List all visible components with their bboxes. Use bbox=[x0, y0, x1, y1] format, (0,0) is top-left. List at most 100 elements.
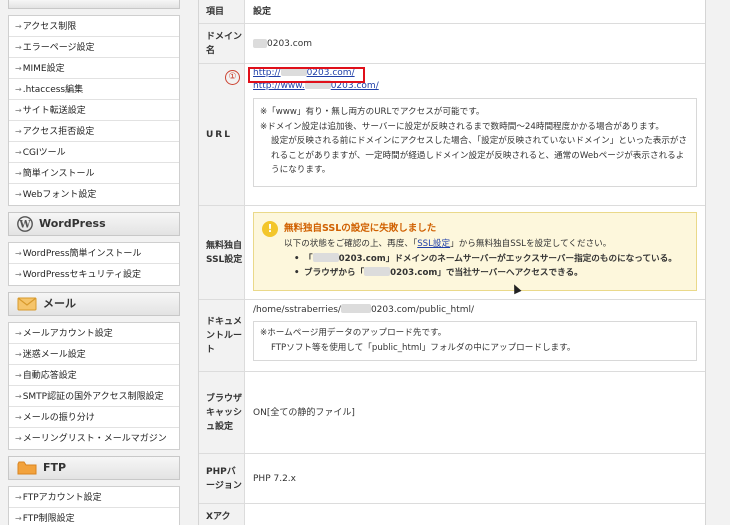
bullet-text: ブラウザから「 bbox=[304, 268, 365, 278]
url-note-box: ※「www」有り・無し両方のURLでアクセスが可能です。 ※ドメイン設定は追加後… bbox=[253, 98, 697, 187]
sidebar-item-error-page[interactable]: →エラーページ設定 bbox=[9, 37, 179, 58]
docroot-path-suffix: 0203.com/public_html/ bbox=[370, 305, 475, 315]
arrow-icon: → bbox=[15, 85, 22, 94]
sidebar-item-label: .htaccess編集 bbox=[22, 85, 84, 95]
sidebar-item-label: SMTP認証の国外アクセス制限設定 bbox=[22, 392, 164, 402]
sidebar-item-access-restriction[interactable]: →アクセス制限 bbox=[9, 16, 179, 37]
arrow-icon: → bbox=[15, 148, 22, 157]
bullet-text: 0203.com」ドメインのネームサーバーがエックスサーバー指定のものになってい… bbox=[338, 254, 677, 264]
sidebar-item-smtp-restriction[interactable]: →SMTP認証の国外アクセス制限設定 bbox=[9, 386, 179, 407]
domain-label: ドメイン名 bbox=[199, 24, 245, 63]
arrow-icon: → bbox=[15, 127, 22, 136]
docroot-note-2: FTPソフト等を使用して「public_html」フォルダの中にアップロードしま… bbox=[271, 342, 576, 353]
highlight-box bbox=[248, 67, 365, 83]
php-label: PHPバージョン bbox=[199, 454, 245, 503]
sidebar-item-auto-reply[interactable]: →自動応答設定 bbox=[9, 365, 179, 386]
redacted-text bbox=[253, 39, 267, 48]
table-row-browser-cache: ブラウザキャッシュ設定 ON[全ての静的ファイル] bbox=[199, 372, 705, 454]
bullet-text: 「 bbox=[304, 254, 313, 264]
sidebar-item-easy-install[interactable]: →簡単インストール bbox=[9, 163, 179, 184]
table-row-php-version: PHPバージョン PHP 7.2.x bbox=[199, 454, 705, 504]
sidebar-item-ftp-restriction[interactable]: →FTP制限設定 bbox=[9, 508, 179, 525]
url-label: URL bbox=[199, 64, 245, 205]
sidebar-item-label: 迷惑メール設定 bbox=[22, 350, 86, 360]
sidebar-item-label: 簡単インストール bbox=[22, 169, 95, 179]
arrow-icon: → bbox=[15, 371, 22, 380]
arrow-icon: → bbox=[15, 169, 22, 178]
ssl-error-alert: ! 無料独自SSLの設定に失敗しました 以下の状態をご確認の上、再度、「SSL設… bbox=[253, 212, 697, 291]
sidebar-item-label: エラーページ設定 bbox=[22, 43, 95, 53]
url-note-1: ※「www」有り・無し両方のURLでアクセスが可能です。 bbox=[260, 107, 485, 117]
section-header-wordpress: W WordPress bbox=[8, 212, 180, 236]
sidebar-item-label: アクセス制限 bbox=[22, 22, 77, 32]
ssl-checklist: 「 0203.com」ドメインのネームサーバーがエックスサーバー指定のものになって… bbox=[284, 252, 688, 280]
arrow-icon: → bbox=[15, 329, 22, 338]
ssl-desc-text: 」から無料独自SSLを設定してください。 bbox=[450, 239, 612, 249]
arrow-icon: → bbox=[15, 106, 22, 115]
section-title: WordPress bbox=[39, 217, 106, 230]
sidebar-item-mail-filter[interactable]: →メールの振り分け bbox=[9, 407, 179, 428]
arrow-icon: → bbox=[15, 434, 22, 443]
sidebar-item-access-deny[interactable]: →アクセス拒否設定 bbox=[9, 121, 179, 142]
list-item: 「 0203.com」ドメインのネームサーバーがエックスサーバー指定のものになって… bbox=[294, 252, 688, 266]
sidebar-item-label: メールの振り分け bbox=[22, 413, 95, 423]
docroot-note-box: ※ホームページ用データのアップロード先です。 FTPソフト等を使用して「publ… bbox=[253, 321, 697, 361]
sidebar-item-wp-install[interactable]: →WordPress簡単インストール bbox=[9, 243, 179, 264]
sidebar-item-htaccess[interactable]: →.htaccess編集 bbox=[9, 79, 179, 100]
arrow-icon: → bbox=[15, 392, 22, 401]
sidebar-item-web-font[interactable]: →Webフォント設定 bbox=[9, 184, 179, 205]
column-header-setting: 設定 bbox=[253, 7, 272, 17]
redacted-text bbox=[364, 267, 391, 276]
arrow-icon: → bbox=[15, 350, 22, 359]
url-note-2: ※ドメイン設定は追加後、サーバーに設定が反映されるまで数時間〜24時間程度かかる… bbox=[260, 121, 664, 132]
sidebar-item-label: サイト転送設定 bbox=[22, 106, 86, 116]
domain-settings-table: 項目 設定 ドメイン名 0203.com URL http://0203.com… bbox=[198, 0, 706, 525]
ssl-value-cell: ! 無料独自SSLの設定に失敗しました 以下の状態をご確認の上、再度、「SSL設… bbox=[245, 206, 705, 299]
step-marker: ① bbox=[225, 70, 240, 85]
arrow-icon: → bbox=[15, 249, 22, 258]
ssl-error-title-row: ! 無料独自SSLの設定に失敗しました bbox=[262, 221, 688, 237]
arrow-icon: → bbox=[15, 22, 22, 31]
table-row-ssl: 無料独自SSL設定 ! 無料独自SSLの設定に失敗しました 以下の状態をご確認の… bbox=[199, 206, 705, 300]
ssl-error-title: 無料独自SSLの設定に失敗しました bbox=[284, 223, 437, 234]
wordpress-icon: W bbox=[17, 216, 33, 232]
table-row-domain: ドメイン名 0203.com bbox=[199, 24, 705, 64]
redacted-text bbox=[312, 253, 339, 262]
ssl-label: 無料独自SSL設定 bbox=[199, 206, 245, 299]
column-header-item: 項目 bbox=[199, 0, 245, 23]
nav-group-site-settings: →アクセス制限 →エラーページ設定 →MIME設定 →.htaccess編集 →… bbox=[8, 15, 180, 206]
sidebar-item-cgi-tool[interactable]: →CGIツール bbox=[9, 142, 179, 163]
nav-group-wordpress: →WordPress簡単インストール →WordPressセキュリティ設定 bbox=[8, 242, 180, 286]
sidebar-item-label: FTP制限設定 bbox=[22, 514, 75, 524]
php-value: PHP 7.2.x bbox=[253, 473, 296, 484]
sidebar-item-label: 自動応答設定 bbox=[22, 371, 77, 381]
section-header-ftp: FTP bbox=[8, 456, 180, 480]
sidebar-item-mime[interactable]: →MIME設定 bbox=[9, 58, 179, 79]
sidebar-item-ftp-account[interactable]: →FTPアカウント設定 bbox=[9, 487, 179, 508]
url-note-3: 設定が反映される前にドメインにアクセスした場合、「設定が反映されていないドメイン… bbox=[271, 136, 688, 175]
ssl-settings-link[interactable]: SSL設定 bbox=[417, 239, 450, 249]
domain-value-cell: 0203.com bbox=[245, 24, 705, 63]
arrow-icon: → bbox=[15, 514, 22, 523]
sidebar-item-site-redirect[interactable]: →サイト転送設定 bbox=[9, 100, 179, 121]
docroot-value-cell: /home/sstraberries/0203.com/public_html/… bbox=[245, 300, 705, 371]
sidebar-item-wp-security[interactable]: →WordPressセキュリティ設定 bbox=[9, 264, 179, 285]
sidebar-item-label: CGIツール bbox=[22, 148, 66, 158]
ssl-desc-text: 以下の状態をご確認の上、再度、「 bbox=[284, 239, 418, 249]
sidebar-item-spam[interactable]: →迷惑メール設定 bbox=[9, 344, 179, 365]
sidebar-item-label: アクセス拒否設定 bbox=[22, 127, 95, 137]
nav-group-ftp: →FTPアカウント設定 →FTP制限設定 bbox=[8, 486, 180, 525]
sidebar-item-label: FTPアカウント設定 bbox=[22, 493, 102, 503]
bullet-text: 0203.com」で当社サーバーへアクセスできる。 bbox=[390, 268, 583, 278]
sidebar-item-label: メールアカウント設定 bbox=[22, 329, 113, 339]
section-title: メール bbox=[43, 297, 76, 310]
arrow-icon: → bbox=[15, 493, 22, 502]
sidebar-item-mail-account[interactable]: →メールアカウント設定 bbox=[9, 323, 179, 344]
section-title: FTP bbox=[43, 461, 67, 474]
arrow-icon: → bbox=[15, 190, 22, 199]
table-row-url: URL http://0203.com/ http://www. 0203.com… bbox=[199, 64, 705, 206]
sidebar-item-mailing-list[interactable]: →メーリングリスト・メールマガジン bbox=[9, 428, 179, 449]
sidebar-item-label: WordPress簡単インストール bbox=[22, 249, 142, 259]
docroot-label: ドキュメントルート bbox=[199, 300, 245, 371]
ssl-error-description: 以下の状態をご確認の上、再度、「SSL設定」から無料独自SSLを設定してください… bbox=[284, 237, 688, 251]
